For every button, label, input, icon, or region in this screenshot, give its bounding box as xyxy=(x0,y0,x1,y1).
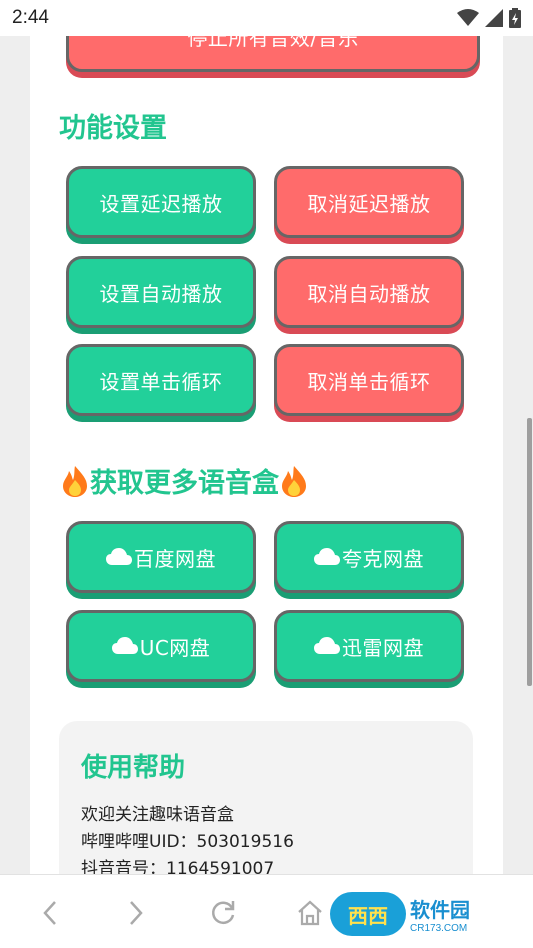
stop-all-button[interactable]: 停止所有音效/音乐 xyxy=(66,36,480,72)
set-click-loop-label: 设置单击循环 xyxy=(99,369,223,394)
quark-pan-button[interactable]: 夸克网盘 xyxy=(274,521,464,593)
cloud-icon xyxy=(314,548,340,565)
cancel-delay-play-button[interactable]: 取消延迟播放 xyxy=(274,166,464,238)
back-icon xyxy=(43,901,56,925)
watermark-text: 软件园 CR173.COM xyxy=(410,894,470,934)
baidu-pan-button[interactable]: 百度网盘 xyxy=(66,521,256,593)
cancel-delay-play-label: 取消延迟播放 xyxy=(307,191,431,216)
uc-pan-label: UC网盘 xyxy=(139,635,211,660)
function-settings-title: 功能设置 xyxy=(59,106,167,145)
more-boxes-title-text: 获取更多语音盒 xyxy=(90,468,279,499)
set-delay-play-label: 设置延迟播放 xyxy=(99,191,223,216)
status-bar: 2:44 xyxy=(0,0,533,36)
signal-icon xyxy=(485,9,503,27)
home-icon xyxy=(298,900,322,926)
cancel-click-loop-button[interactable]: 取消单击循环 xyxy=(274,344,464,416)
status-time: 2:44 xyxy=(12,7,49,28)
browser-nav-bar: 西西 软件园 CR173.COM xyxy=(0,874,533,948)
forward-icon xyxy=(130,901,143,925)
help-line: 哔哩哔哩UID：503019516 xyxy=(81,832,294,852)
cloud-icon xyxy=(111,637,138,654)
wifi-icon xyxy=(457,9,479,26)
home-button[interactable] xyxy=(290,895,330,931)
set-auto-play-label: 设置自动播放 xyxy=(99,281,223,306)
help-title: 使用帮助 xyxy=(81,753,186,783)
stop-all-label: 停止所有音效/音乐 xyxy=(187,36,359,50)
page-content: 停止所有音效/音乐 功能设置 设置延迟播放 取消延迟播放 设置自动播放 取消自动… xyxy=(30,36,503,874)
scrollbar[interactable] xyxy=(527,418,532,686)
cancel-auto-play-button[interactable]: 取消自动播放 xyxy=(274,256,464,328)
status-icons xyxy=(457,8,521,28)
help-card: 使用帮助 欢迎关注趣味语音盒 哔哩哔哩UID：503019516 抖音音号：11… xyxy=(59,721,473,874)
back-button[interactable] xyxy=(30,895,70,931)
fire-icon xyxy=(63,465,87,497)
quark-pan-label: 夸克网盘 xyxy=(342,546,424,571)
watermark-logo: 西西 xyxy=(330,892,406,936)
fire-icon xyxy=(282,465,306,497)
function-settings-title-text: 功能设置 xyxy=(59,113,167,144)
forward-button[interactable] xyxy=(116,895,156,931)
reload-button[interactable] xyxy=(203,895,243,931)
xunlei-pan-button[interactable]: 迅雷网盘 xyxy=(274,610,464,682)
set-delay-play-button[interactable]: 设置延迟播放 xyxy=(66,166,256,238)
watermark-main: 软件园 xyxy=(410,898,470,922)
uc-pan-button[interactable]: UC网盘 xyxy=(66,610,256,682)
cloud-icon xyxy=(106,548,132,565)
set-click-loop-button[interactable]: 设置单击循环 xyxy=(66,344,256,416)
more-boxes-title: 获取更多语音盒 xyxy=(60,461,309,500)
baidu-pan-label: 百度网盘 xyxy=(134,546,216,571)
cloud-icon xyxy=(314,637,340,654)
help-line: 欢迎关注趣味语音盒 xyxy=(81,805,234,825)
cancel-auto-play-label: 取消自动播放 xyxy=(307,281,431,306)
battery-icon xyxy=(509,8,521,28)
help-line: 抖音音号：1164591007 xyxy=(81,859,275,874)
cancel-click-loop-label: 取消单击循环 xyxy=(307,369,431,394)
xunlei-pan-label: 迅雷网盘 xyxy=(342,635,424,660)
set-auto-play-button[interactable]: 设置自动播放 xyxy=(66,256,256,328)
reload-icon xyxy=(212,901,235,925)
watermark: 西西 软件园 CR173.COM xyxy=(330,889,530,939)
watermark-sub: CR173.COM xyxy=(410,923,468,934)
